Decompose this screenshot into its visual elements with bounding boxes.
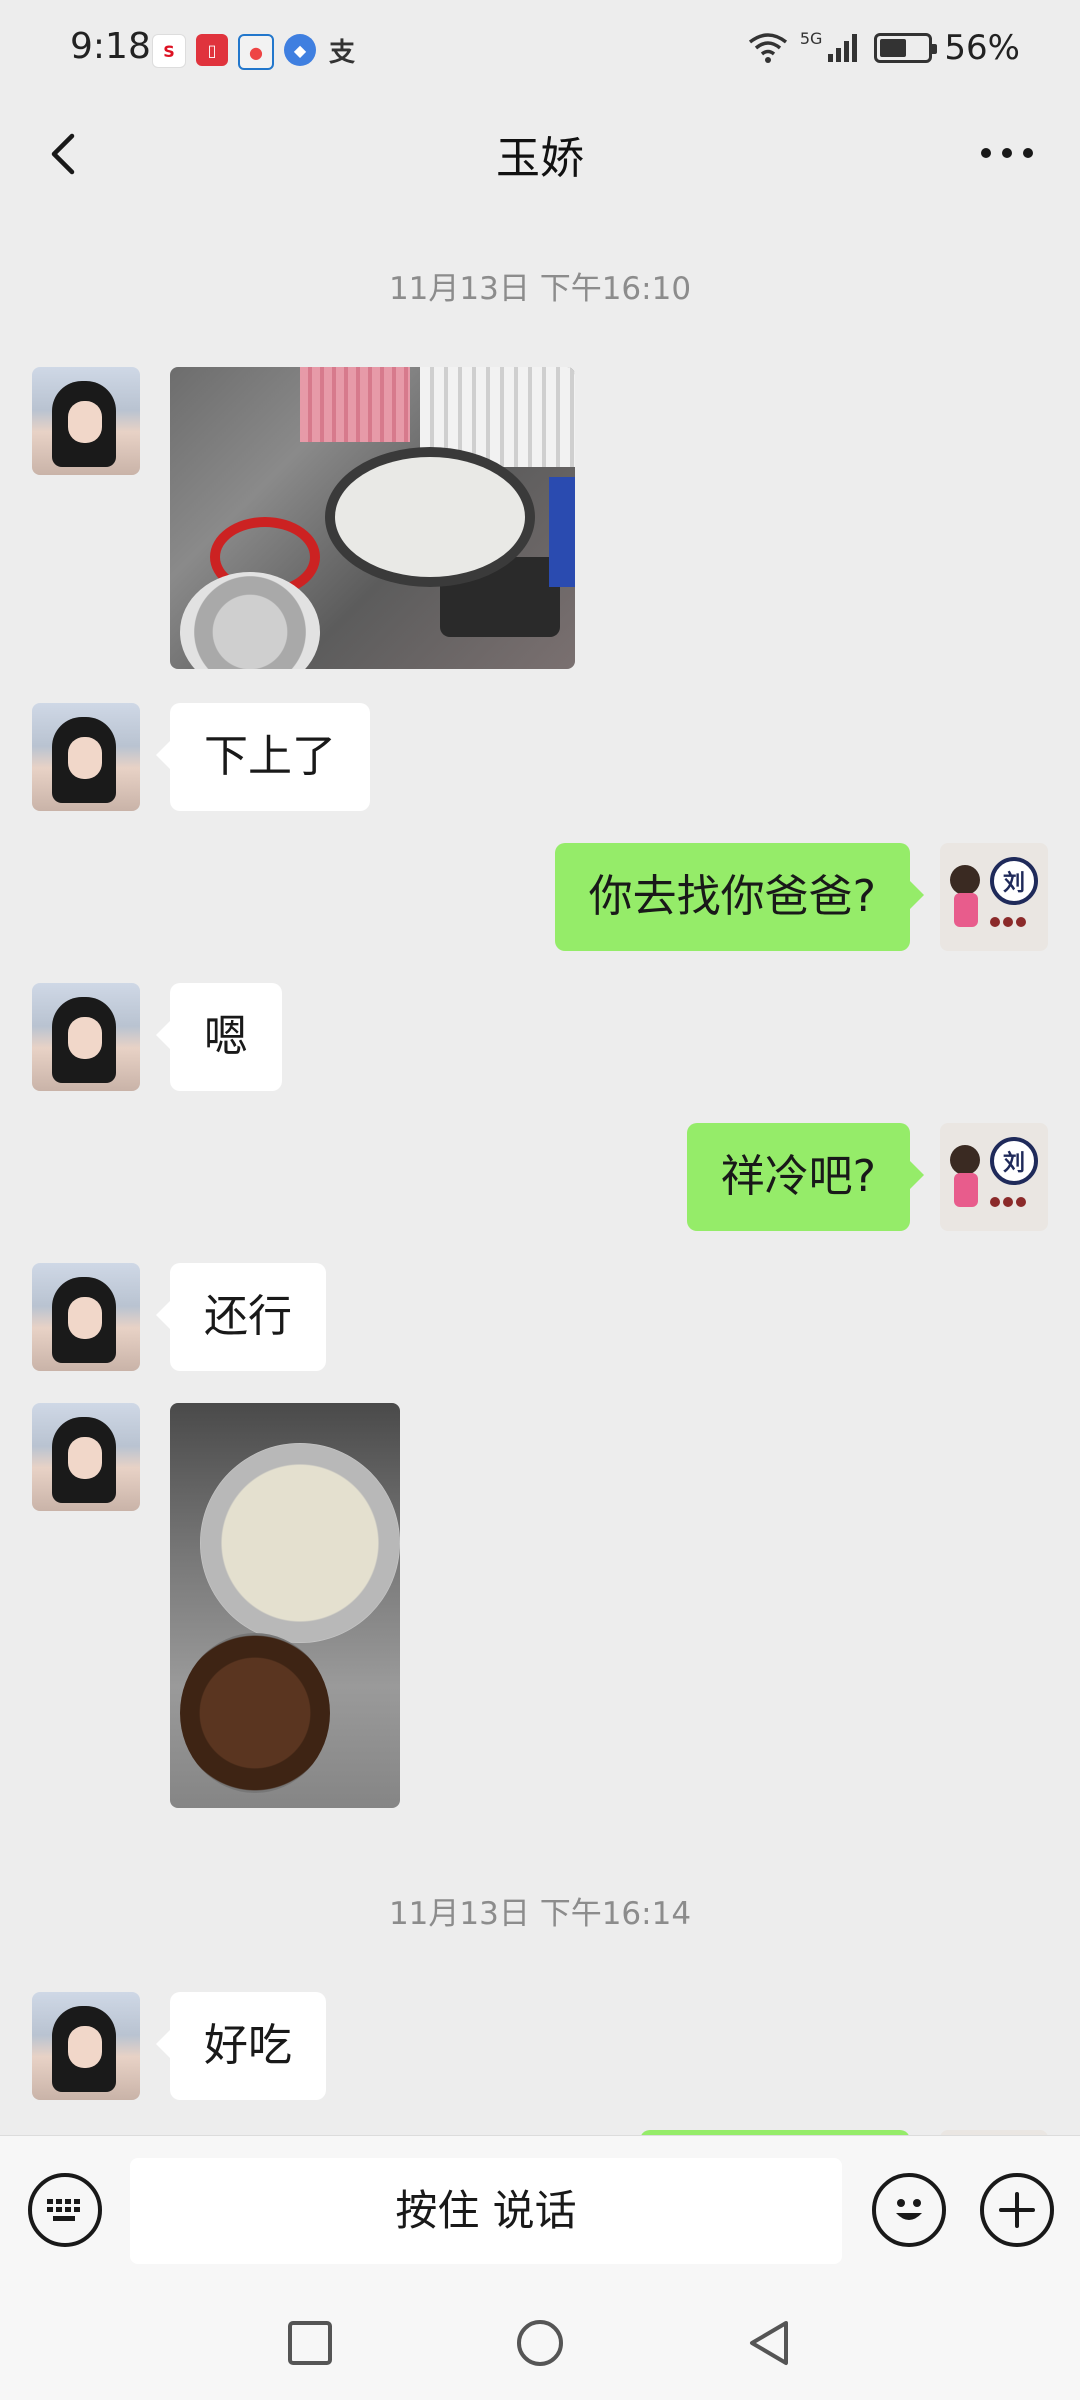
home-icon (517, 2320, 563, 2366)
my-avatar[interactable]: 刘 (940, 843, 1048, 951)
timestamp: 11月13日 下午16:14 (388, 1896, 692, 1932)
status-bar: 9:18 S ▯ ● ◆ 支 5G 56% (0, 0, 1080, 100)
battery-icon (874, 33, 938, 63)
my-avatar[interactable]: 刘 (940, 1123, 1048, 1231)
contact-avatar[interactable] (32, 1403, 140, 1511)
photo-dumplings-bowl[interactable] (170, 1403, 400, 1808)
chat-header: 玉娇 (0, 100, 1080, 215)
back-icon (750, 2321, 788, 2365)
hold-to-talk-button[interactable]: 按住 说话 (130, 2158, 842, 2264)
wifi-icon (748, 33, 787, 63)
emoji-icon (896, 2199, 922, 2220)
browser-icon: ● (238, 34, 274, 70)
home-button[interactable] (512, 2315, 568, 2371)
message-bubble-received[interactable]: 好吃 (156, 1992, 326, 2100)
chat-messages[interactable]: 11月13日 下午16:10 下上了 你去找你爸爸? 刘 嗯 祥冷吧? 刘 还行 (0, 215, 1080, 2135)
plus-icon (999, 2192, 1035, 2228)
message-bubble-received[interactable]: 还行 (156, 1263, 326, 1371)
battery-percent: 56% (944, 28, 1020, 68)
contact-avatar[interactable] (32, 1263, 140, 1371)
system-back-button[interactable] (742, 2315, 798, 2371)
more-button[interactable] (972, 128, 1042, 178)
chat-title: 玉娇 (496, 133, 584, 184)
keyboard-toggle-button[interactable] (28, 2173, 102, 2247)
status-time: 9:18 (70, 26, 151, 67)
timestamp: 11月13日 下午16:10 (388, 271, 692, 307)
book-icon: ▯ (196, 34, 228, 66)
message-bubble-sent[interactable]: 你去找你爸爸? (554, 843, 925, 951)
input-bar: 按住 说话 (0, 2135, 1080, 2286)
message-bubble-received[interactable]: 嗯 (156, 983, 282, 1091)
more-dots-icon (981, 148, 1033, 158)
more-functions-button[interactable] (980, 2173, 1054, 2247)
keyboard-icon (47, 2199, 80, 2221)
contact-avatar[interactable] (32, 367, 140, 475)
sina-icon: S (152, 34, 186, 68)
contact-avatar[interactable] (32, 1992, 140, 2100)
status-indicators: 5G 56% (748, 28, 1020, 68)
photo-dumplings-cooking[interactable] (170, 367, 575, 669)
alipay-icon: 支 (328, 37, 355, 68)
battery-level (880, 39, 907, 57)
contact-avatar[interactable] (32, 983, 140, 1091)
message-bubble-received[interactable]: 下上了 (156, 703, 370, 811)
emoji-button[interactable] (872, 2173, 946, 2247)
signal-icon (828, 34, 858, 62)
recent-apps-icon (288, 2321, 332, 2365)
network-type: 5G (799, 28, 823, 48)
message-bubble-sent[interactable]: 祥冷吧? (686, 1123, 925, 1231)
compass-icon: ◆ (284, 34, 316, 66)
contact-avatar[interactable] (32, 703, 140, 811)
system-navigation-bar (0, 2285, 1080, 2400)
recent-apps-button[interactable] (282, 2315, 338, 2371)
status-app-icons: S ▯ ● ◆ 支 (152, 34, 358, 70)
